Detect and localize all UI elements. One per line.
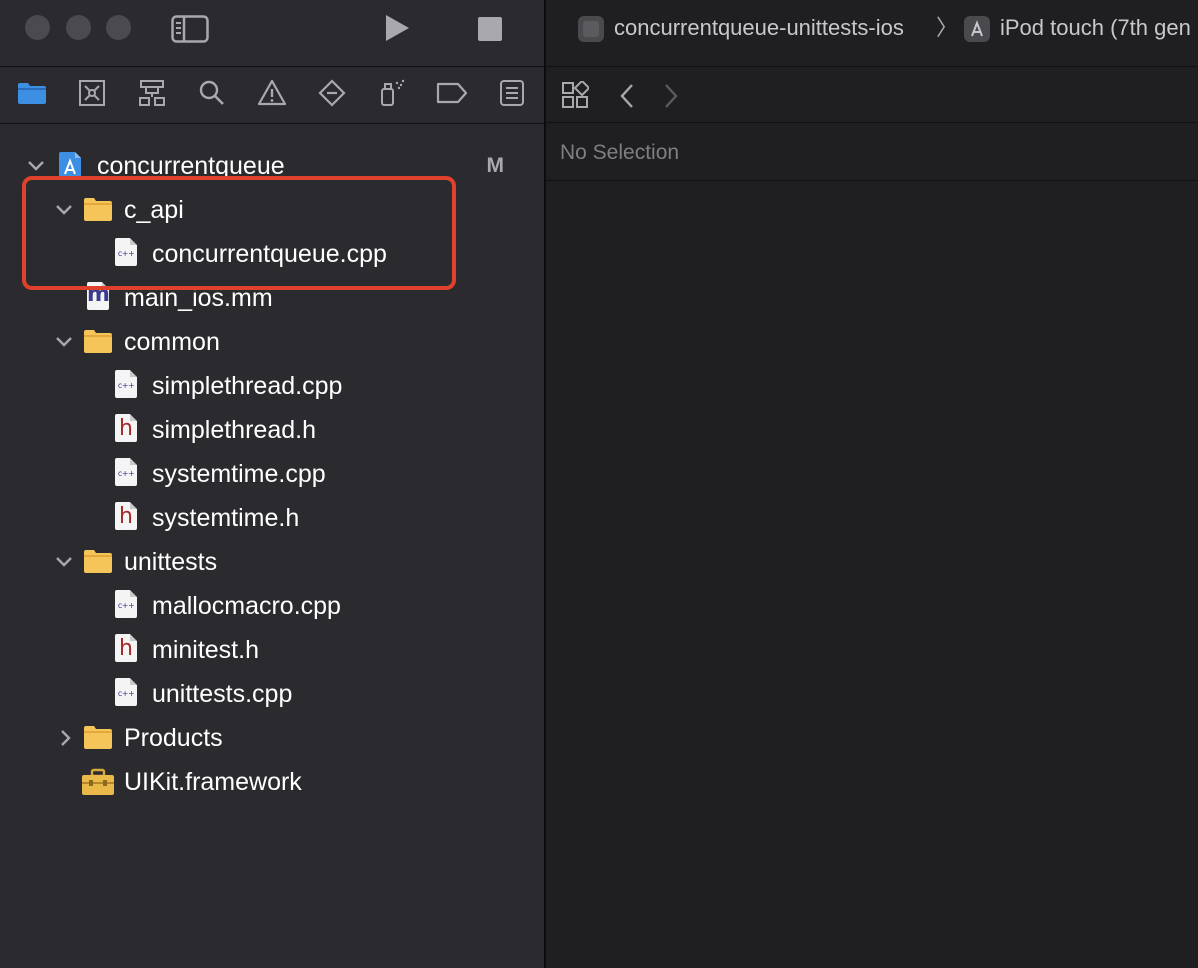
file-label: minitest.h [152,636,259,664]
tree-row-products[interactable]: Products [0,716,544,760]
file-label: mallocmacro.cpp [152,592,341,620]
header-file-icon: h [115,634,137,662]
chevron-left-icon[interactable] [616,82,638,110]
tree-row-framework[interactable]: UIKit.framework [0,760,544,804]
warning-icon [257,79,287,112]
stop-icon[interactable] [476,15,504,43]
tree-row-file[interactable]: h systemtime.h [0,496,544,540]
tree-row-file[interactable]: c++ unittests.cpp [0,672,544,716]
report-icon [499,79,525,112]
source-control-icon [78,79,106,112]
file-label: simplethread.cpp [152,372,343,400]
tree-row-file[interactable]: c++ systemtime.cpp [0,452,544,496]
header-file-icon: h [115,502,137,530]
folder-label: unittests [124,548,218,576]
chevron-down-icon[interactable] [54,552,74,572]
tree-row-unittests[interactable]: unittests [0,540,544,584]
file-label: systemtime.h [152,504,300,532]
cpp-file-icon: c++ [115,678,137,706]
chevron-right-icon[interactable] [56,728,76,748]
hierarchy-icon [138,79,166,112]
chevron-down-icon[interactable] [54,332,74,352]
tree-row-file[interactable]: c++ simplethread.cpp [0,364,544,408]
source-control-navigator-tab[interactable] [74,77,110,113]
jump-bar-bottom-divider [546,180,1198,181]
find-navigator-tab[interactable] [194,77,230,113]
zoom-window-button[interactable] [106,15,131,40]
symbol-navigator-tab[interactable] [134,77,170,113]
folder-label: Products [124,724,223,752]
minimize-window-button[interactable] [66,15,91,40]
sidebar-toggle-icon[interactable] [170,14,210,44]
cpp-file-icon: c++ [115,370,137,398]
spray-icon [378,79,406,112]
scheme-name[interactable]: concurrentqueue-unittests-ios [614,14,904,42]
related-items-icon[interactable] [560,80,590,110]
toolbox-icon [81,768,115,796]
cpp-file-icon: c++ [115,458,137,486]
folder-icon [83,724,113,752]
no-selection-label: No Selection [560,141,680,164]
breakpoint-icon [436,81,468,110]
modified-status-badge: M [486,154,505,177]
folder-icon [83,328,113,356]
debug-navigator-tab[interactable] [374,77,410,113]
scheme-icon [576,14,606,44]
cpp-file-icon: c++ [115,590,137,618]
highlight-annotation [22,176,456,290]
file-label: unittests.cpp [152,680,293,708]
chevron-down-icon[interactable] [26,156,46,176]
framework-label: UIKit.framework [124,768,302,796]
report-navigator-tab[interactable] [494,77,530,113]
search-icon [198,79,226,112]
device-icon [962,14,992,44]
toolbar-divider [0,66,544,67]
file-label: simplethread.h [152,416,316,444]
breakpoint-navigator-tab[interactable] [434,77,470,113]
chevron-right-icon[interactable] [660,82,682,110]
jump-bar-divider [546,122,1198,123]
diamond-icon [318,78,346,112]
tree-row-common[interactable]: common [0,320,544,364]
header-file-icon: h [115,414,137,442]
file-label: systemtime.cpp [152,460,326,488]
destination-name[interactable]: iPod touch (7th gen [1000,14,1191,42]
tree-row-file[interactable]: c++ mallocmacro.cpp [0,584,544,628]
navigator-tabs-divider [0,123,544,124]
tree-row-file[interactable]: h simplethread.h [0,408,544,452]
project-navigator-tab[interactable] [14,77,50,113]
editor-toolbar-divider [546,66,1198,67]
tree-row-file[interactable]: h minitest.h [0,628,544,672]
folder-icon [17,81,47,110]
test-navigator-tab[interactable] [314,77,350,113]
folder-label: common [124,328,220,356]
folder-icon [83,548,113,576]
breadcrumb-separator: 〉 [936,15,959,40]
close-window-button[interactable] [25,15,50,40]
issue-navigator-tab[interactable] [254,77,290,113]
play-icon[interactable] [381,12,413,44]
